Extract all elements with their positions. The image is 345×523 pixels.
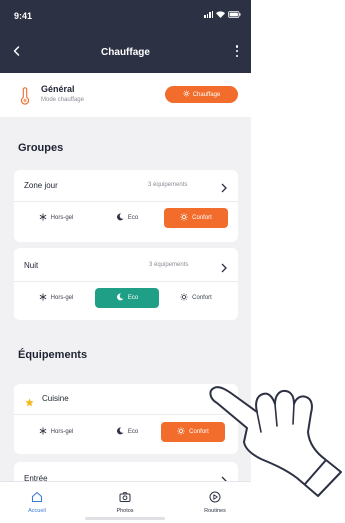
divider [14,281,238,282]
status-icons [204,10,241,18]
snowflake-icon [39,213,47,223]
page-title: Chauffage [101,47,150,58]
divider [14,201,238,202]
thermometer-icon [20,87,30,110]
group-count: 3 équipements [148,182,188,188]
more-options-icon[interactable] [233,44,241,58]
chevron-right-icon[interactable] [220,180,228,193]
sun-icon [180,213,188,223]
snowflake-icon [39,293,47,303]
mode-eco-button[interactable]: Eco [95,208,159,228]
mode-label: Hors-gel [50,429,74,435]
tab-label: Accueil [28,508,46,514]
group-count: 3 équipements [149,262,189,268]
pointing-hand-icon [205,368,345,503]
moon-icon [116,213,124,223]
mode-confort-button[interactable]: Confort [164,288,228,308]
group-card-nuit: Nuit 3 équipements Hors-gel Eco Confort [14,248,238,320]
mode-label: Confort [192,295,212,301]
chevron-right-icon[interactable] [220,260,228,273]
star-icon[interactable] [25,394,34,412]
heating-mode-label: Chauffage [192,91,221,98]
tab-label: Photos [116,508,134,514]
general-title: Général [41,84,75,94]
group-card-zone-jour: Zone jour 3 équipements Hors-gel Eco Con… [14,170,238,242]
camera-icon [119,492,131,505]
mode-confort-button[interactable]: Confort [164,208,228,228]
groups-section-title: Groupes [18,142,64,154]
sun-icon [180,293,188,303]
sun-icon [177,427,185,437]
moon-icon [116,293,124,303]
home-indicator [85,517,165,520]
header-bar: 9:41 Chauffage [0,0,251,73]
sun-icon [182,90,190,99]
mode-label: Hors-gel [50,215,74,221]
moon-icon [116,427,124,437]
mode-hors-gel-button[interactable]: Hors-gel [24,208,88,228]
mode-eco-button[interactable]: Eco [95,422,159,442]
group-name[interactable]: Nuit [24,261,38,270]
battery-icon [228,10,241,18]
group-name[interactable]: Zone jour [24,181,58,190]
mode-eco-button[interactable]: Eco [95,288,159,308]
equipments-section-title: Équipements [18,349,88,361]
status-time: 9:41 [14,11,33,21]
tab-accueil[interactable]: Accueil [12,491,62,514]
tab-photos[interactable]: Photos [100,491,150,514]
mode-label: Hors-gel [50,295,74,301]
home-icon [31,491,43,505]
heating-mode-button[interactable]: Chauffage [165,86,238,103]
mode-hors-gel-button[interactable]: Hors-gel [24,422,88,442]
tab-label: Routines [204,508,226,514]
signal-icon [204,10,213,18]
wifi-icon [216,10,225,18]
mode-label: Eco [127,215,139,221]
mode-label: Confort [192,215,212,221]
equipment-name[interactable]: Cuisine [42,394,69,403]
snowflake-icon [39,427,47,437]
mode-label: Eco [127,429,139,435]
general-subtitle: Mode chauffage [41,97,84,103]
mode-hors-gel-button[interactable]: Hors-gel [24,288,88,308]
mode-label: Eco [127,295,139,301]
